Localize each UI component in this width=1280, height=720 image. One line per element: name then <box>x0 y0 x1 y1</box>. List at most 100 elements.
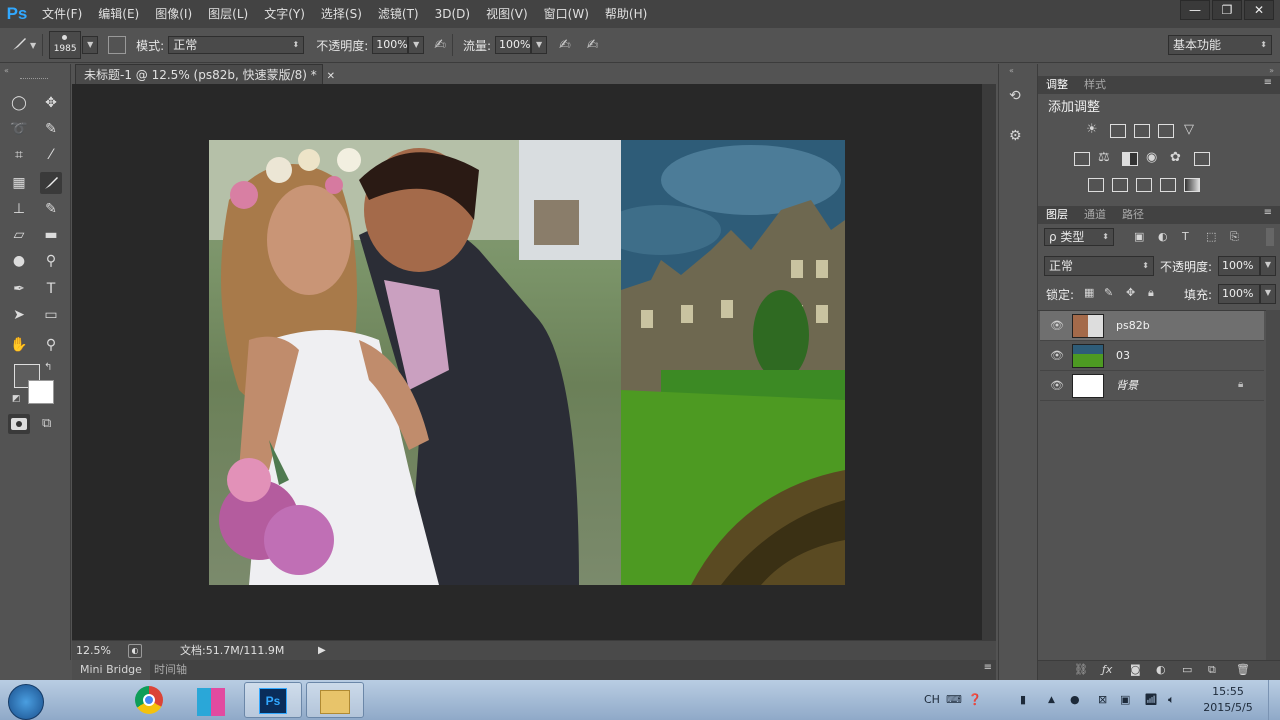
opacity-input[interactable]: 100% <box>372 36 409 54</box>
taskbar-photoshop[interactable]: Ps <box>244 682 302 718</box>
elliptical-marquee-icon[interactable]: ◯ <box>8 92 30 114</box>
restore-button[interactable]: ❐ <box>1212 0 1242 20</box>
layer-opacity-input[interactable]: 100% <box>1218 256 1260 276</box>
visibility-eye-icon[interactable]: 👁︎ <box>1050 379 1064 392</box>
brush-panel-toggle-icon[interactable] <box>108 36 127 54</box>
menu-image[interactable]: 图像(I) <box>147 0 200 28</box>
panel-menu-icon[interactable]: ≡ <box>984 662 992 673</box>
menu-layer[interactable]: 图层(L) <box>200 0 256 28</box>
filter-adjustment-icon[interactable]: ◐ <box>1158 230 1168 243</box>
show-desktop-button[interactable] <box>1268 680 1280 720</box>
crop-tool-icon[interactable]: ⌗ <box>8 144 30 166</box>
tab-adjustments[interactable]: 调整 <box>1046 77 1068 93</box>
lock-transparent-icon[interactable]: ▦ <box>1084 286 1094 299</box>
quick-selection-icon[interactable]: ✎ <box>40 118 62 140</box>
language-indicator[interactable]: CH <box>924 680 940 720</box>
tab-timeline[interactable]: 时间轴 <box>146 660 195 680</box>
vibrance-icon[interactable]: ▽ <box>1184 122 1194 137</box>
quick-mask-icon[interactable] <box>8 414 30 434</box>
battery-icon[interactable]: ▮ <box>1020 680 1026 720</box>
menu-edit[interactable]: 编辑(E) <box>90 0 147 28</box>
threshold-icon[interactable] <box>1136 178 1152 192</box>
eraser-tool-icon[interactable]: ▱ <box>8 224 30 246</box>
move-tool-icon[interactable]: ✥ <box>40 92 62 114</box>
path-selection-icon[interactable]: ➤ <box>8 304 30 326</box>
hue-saturation-icon[interactable] <box>1074 152 1090 166</box>
panel-grip[interactable] <box>20 78 48 82</box>
tab-mini-bridge[interactable]: Mini Bridge <box>72 660 150 680</box>
opacity-slider-arrow-icon[interactable]: ▼ <box>408 36 425 54</box>
default-colors-icon[interactable]: ◩ <box>12 394 21 404</box>
gradient-map-icon[interactable] <box>1160 178 1176 192</box>
layers-scrollbar[interactable] <box>1266 310 1280 660</box>
signal-icon[interactable]: 📶︎ <box>1144 680 1158 720</box>
history-brush-icon[interactable]: ✎ <box>40 198 62 220</box>
curves-icon[interactable] <box>1134 124 1150 138</box>
hand-tool-icon[interactable]: ✋ <box>8 334 30 356</box>
eyedropper-icon[interactable]: ⁄ <box>40 144 62 166</box>
status-menu-arrow-icon[interactable]: ▶ <box>318 641 326 661</box>
clock[interactable]: 15:55 2015/5/5 <box>1198 684 1258 716</box>
filter-pixel-icon[interactable]: ▣ <box>1134 230 1144 243</box>
flow-slider-arrow-icon[interactable]: ▼ <box>531 36 548 54</box>
layer-row-background[interactable]: 👁︎ 背景 🔒︎ <box>1040 371 1264 401</box>
pen-tool-icon[interactable]: ✒ <box>8 278 30 300</box>
exposure-icon[interactable] <box>1158 124 1174 138</box>
delete-layer-icon[interactable]: 🗑︎ <box>1236 663 1250 676</box>
taskbar-explorer[interactable] <box>306 682 364 718</box>
mode-dropdown[interactable]: 正常 ⬍ <box>168 36 305 54</box>
lock-pixels-icon[interactable]: ✎ <box>1104 286 1113 299</box>
pressure-opacity-icon[interactable]: ✍ <box>434 37 446 53</box>
dodge-tool-icon[interactable]: ⚲ <box>40 250 62 272</box>
layer-row-ps82b[interactable]: 👁︎ ps82b <box>1040 311 1264 341</box>
fill-input[interactable]: 100% <box>1218 284 1260 304</box>
visibility-eye-icon[interactable]: 👁︎ <box>1050 349 1064 362</box>
help-icon[interactable]: ❓ <box>968 680 982 720</box>
brush-tool-icon[interactable] <box>40 172 62 194</box>
tool-preset-dropdown-icon[interactable]: ▼ <box>30 41 36 50</box>
layer-opacity-arrow-icon[interactable]: ▼ <box>1260 256 1276 276</box>
properties-panel-icon[interactable]: ⚙ <box>1009 128 1022 144</box>
taskbar-app-blocks[interactable] <box>182 682 240 718</box>
keyboard-icon[interactable]: ⌨ <box>946 680 962 720</box>
layer-style-icon[interactable]: ƒx <box>1102 663 1112 676</box>
zoom-tool-icon[interactable]: ⚲ <box>40 334 62 356</box>
tray-device-icon[interactable]: ▣ <box>1120 680 1130 720</box>
selective-color-icon[interactable] <box>1184 178 1200 192</box>
layer-filter-dropdown[interactable]: ρ 类型 ⬍ <box>1044 228 1114 246</box>
lasso-tool-icon[interactable]: ➰ <box>8 118 30 140</box>
network-error-icon[interactable]: ⊠ <box>1098 680 1107 720</box>
pressure-size-icon[interactable]: ✍ <box>587 37 599 53</box>
menu-help[interactable]: 帮助(H) <box>597 0 655 28</box>
lock-all-icon[interactable]: 🔒︎ <box>1148 286 1154 300</box>
gradient-tool-icon[interactable]: ▬ <box>40 224 62 246</box>
panel-menu-icon[interactable]: ≡ <box>1264 77 1272 88</box>
photo-filter-icon[interactable]: ◉ <box>1146 150 1157 165</box>
levels-icon[interactable] <box>1110 124 1126 138</box>
rectangle-tool-icon[interactable]: ▭ <box>40 304 62 326</box>
filter-toggle[interactable] <box>1266 228 1274 246</box>
channel-mixer-icon[interactable]: ✿ <box>1170 150 1181 165</box>
fill-arrow-icon[interactable]: ▼ <box>1260 284 1276 304</box>
new-adjustment-icon[interactable]: ◐ <box>1156 663 1166 676</box>
start-button[interactable] <box>8 684 44 720</box>
tab-layers[interactable]: 图层 <box>1046 207 1068 223</box>
brush-tool-icon[interactable] <box>10 35 26 56</box>
swap-colors-icon[interactable]: ↰ <box>44 362 52 373</box>
taskbar-chrome[interactable] <box>120 682 178 718</box>
menu-type[interactable]: 文字(Y) <box>256 0 313 28</box>
menu-3d[interactable]: 3D(D) <box>427 0 478 28</box>
filter-shape-icon[interactable]: ⬚ <box>1206 230 1216 243</box>
volume-icon[interactable]: 🔈︎ <box>1168 680 1175 720</box>
close-tab-icon[interactable]: ✕ <box>327 71 335 82</box>
type-tool-icon[interactable]: T <box>40 278 62 300</box>
menu-view[interactable]: 视图(V) <box>478 0 536 28</box>
collapse-icon[interactable]: « <box>4 66 9 75</box>
tray-app-icon[interactable]: ● <box>1070 680 1080 720</box>
lock-position-icon[interactable]: ✥ <box>1126 286 1135 299</box>
panel-menu-icon[interactable]: ≡ <box>1264 207 1272 218</box>
filter-smart-object-icon[interactable]: ⎘ <box>1230 230 1239 244</box>
background-color-swatch[interactable] <box>28 380 54 404</box>
close-button[interactable]: ✕ <box>1244 0 1274 20</box>
history-panel-icon[interactable]: ⟲ <box>1009 88 1021 104</box>
